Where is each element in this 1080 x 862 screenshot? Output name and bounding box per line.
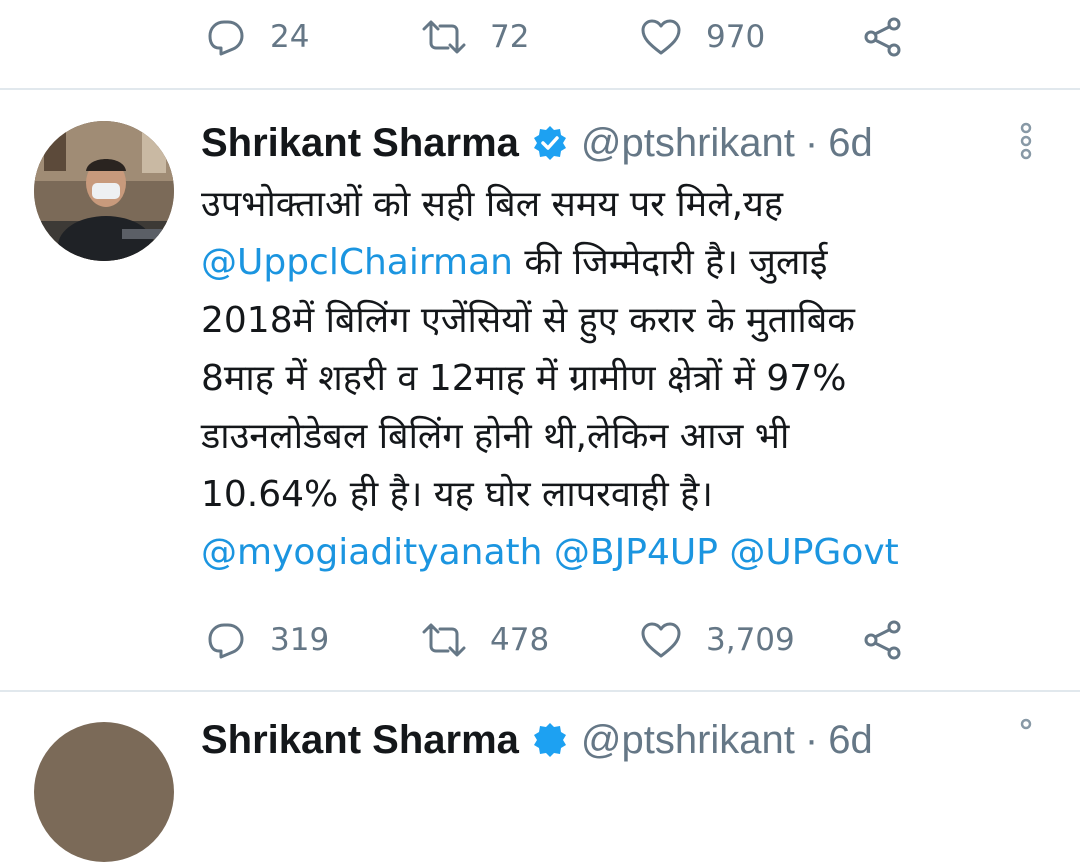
reply-icon	[208, 20, 244, 56]
more-options-icon[interactable]	[1012, 122, 1040, 162]
retweet-count: 72	[490, 19, 530, 55]
next-header-separator: ·	[804, 717, 819, 762]
tweet-text-segment: उपभोक्ताओं को सही बिल समय पर मिले,यह	[201, 184, 784, 225]
tweet-divider	[0, 88, 1080, 90]
tweet-text-line: उपभोक्ताओं को सही बिल समय पर मिले,यह	[201, 176, 1061, 234]
reply-button[interactable]: 24	[206, 17, 422, 57]
tweet-text-segment: 2018में बिलिंग एजेंसियों से हुए करार के …	[201, 300, 855, 341]
mention-link[interactable]: @BJP4UP	[554, 532, 718, 573]
header-separator: ·	[804, 120, 819, 165]
tweet-text-segment	[718, 532, 729, 573]
retweet-button[interactable]: 478	[422, 622, 640, 658]
retweet-count: 478	[490, 622, 550, 658]
reply-count: 319	[270, 622, 330, 658]
avatar[interactable]	[34, 121, 174, 261]
tweet-text-line: डाउनलोडेबल बिलिंग होनी थी,लेकिन आज भी	[201, 408, 1061, 466]
next-tweet-avatar[interactable]	[34, 722, 174, 862]
tweet-text-line: @myogiadityanath @BJP4UP @UPGovt	[201, 524, 1061, 582]
avatar-photo	[34, 121, 174, 261]
tweet-text-segment: की जिम्मेदारी है। जुलाई	[512, 242, 828, 283]
prev-tweet-action-bar: 24 72 970	[206, 14, 904, 60]
tweet-header: Shrikant Sharma @ptshrikant · 6d	[201, 117, 873, 169]
author-name[interactable]: Shrikant Sharma	[201, 121, 519, 166]
verified-badge-icon	[533, 723, 566, 757]
tweet-divider	[0, 690, 1080, 692]
next-tweet-timestamp[interactable]: 6d	[828, 718, 873, 763]
tweet-action-bar: 319 478 3,709	[206, 617, 904, 663]
reply-button[interactable]: 319	[206, 620, 422, 660]
more-options-icon[interactable]	[1012, 718, 1040, 758]
mention-link[interactable]: @UPGovt	[729, 532, 898, 573]
share-icon	[864, 17, 901, 57]
like-button[interactable]: 970	[640, 18, 862, 56]
tweet-text-line: 2018में बिलिंग एजेंसियों से हुए करार के …	[201, 292, 1061, 350]
retweet-icon	[422, 20, 466, 54]
like-button[interactable]: 3,709	[640, 621, 862, 659]
tweet-text-segment: 10.64% ही है। यह घोर लापरवाही है।	[201, 474, 713, 515]
like-icon	[641, 19, 681, 55]
tweet-body: उपभोक्ताओं को सही बिल समय पर मिले,यह @Upp…	[201, 176, 1061, 582]
mention-link[interactable]: @myogiadityanath	[201, 532, 542, 573]
share-button[interactable]	[862, 619, 904, 661]
tweet-text-line: 10.64% ही है। यह घोर लापरवाही है।	[201, 466, 1061, 524]
reply-count: 24	[270, 19, 310, 55]
author-handle[interactable]: @ptshrikant	[581, 121, 795, 166]
tweet-text-segment: डाउनलोडेबल बिलिंग होनी थी,लेकिन आज भी	[201, 416, 790, 457]
verified-badge-icon	[533, 126, 566, 160]
tweet-text-line: @UppclChairman की जिम्मेदारी है। जुलाई	[201, 234, 1061, 292]
mention-link[interactable]: @UppclChairman	[201, 242, 513, 283]
next-author-name[interactable]: Shrikant Sharma	[201, 718, 519, 763]
reply-icon	[208, 623, 244, 659]
share-button[interactable]	[862, 16, 904, 58]
like-count: 970	[706, 19, 766, 55]
share-icon	[864, 620, 901, 660]
retweet-button[interactable]: 72	[422, 19, 640, 55]
like-icon	[641, 622, 681, 658]
tweet-timestamp[interactable]: 6d	[828, 121, 873, 166]
tweet-text-line: 8माह में शहरी व 12माह में ग्रामीण क्षेत्…	[201, 350, 1061, 408]
next-tweet-header: Shrikant Sharma @ptshrikant · 6d	[201, 714, 873, 766]
next-author-handle[interactable]: @ptshrikant	[581, 718, 795, 763]
tweet-text-segment: 8माह में शहरी व 12माह में ग्रामीण क्षेत्…	[201, 358, 847, 399]
retweet-icon	[422, 623, 466, 657]
like-count: 3,709	[706, 622, 795, 658]
tweet-text-segment	[542, 532, 553, 573]
